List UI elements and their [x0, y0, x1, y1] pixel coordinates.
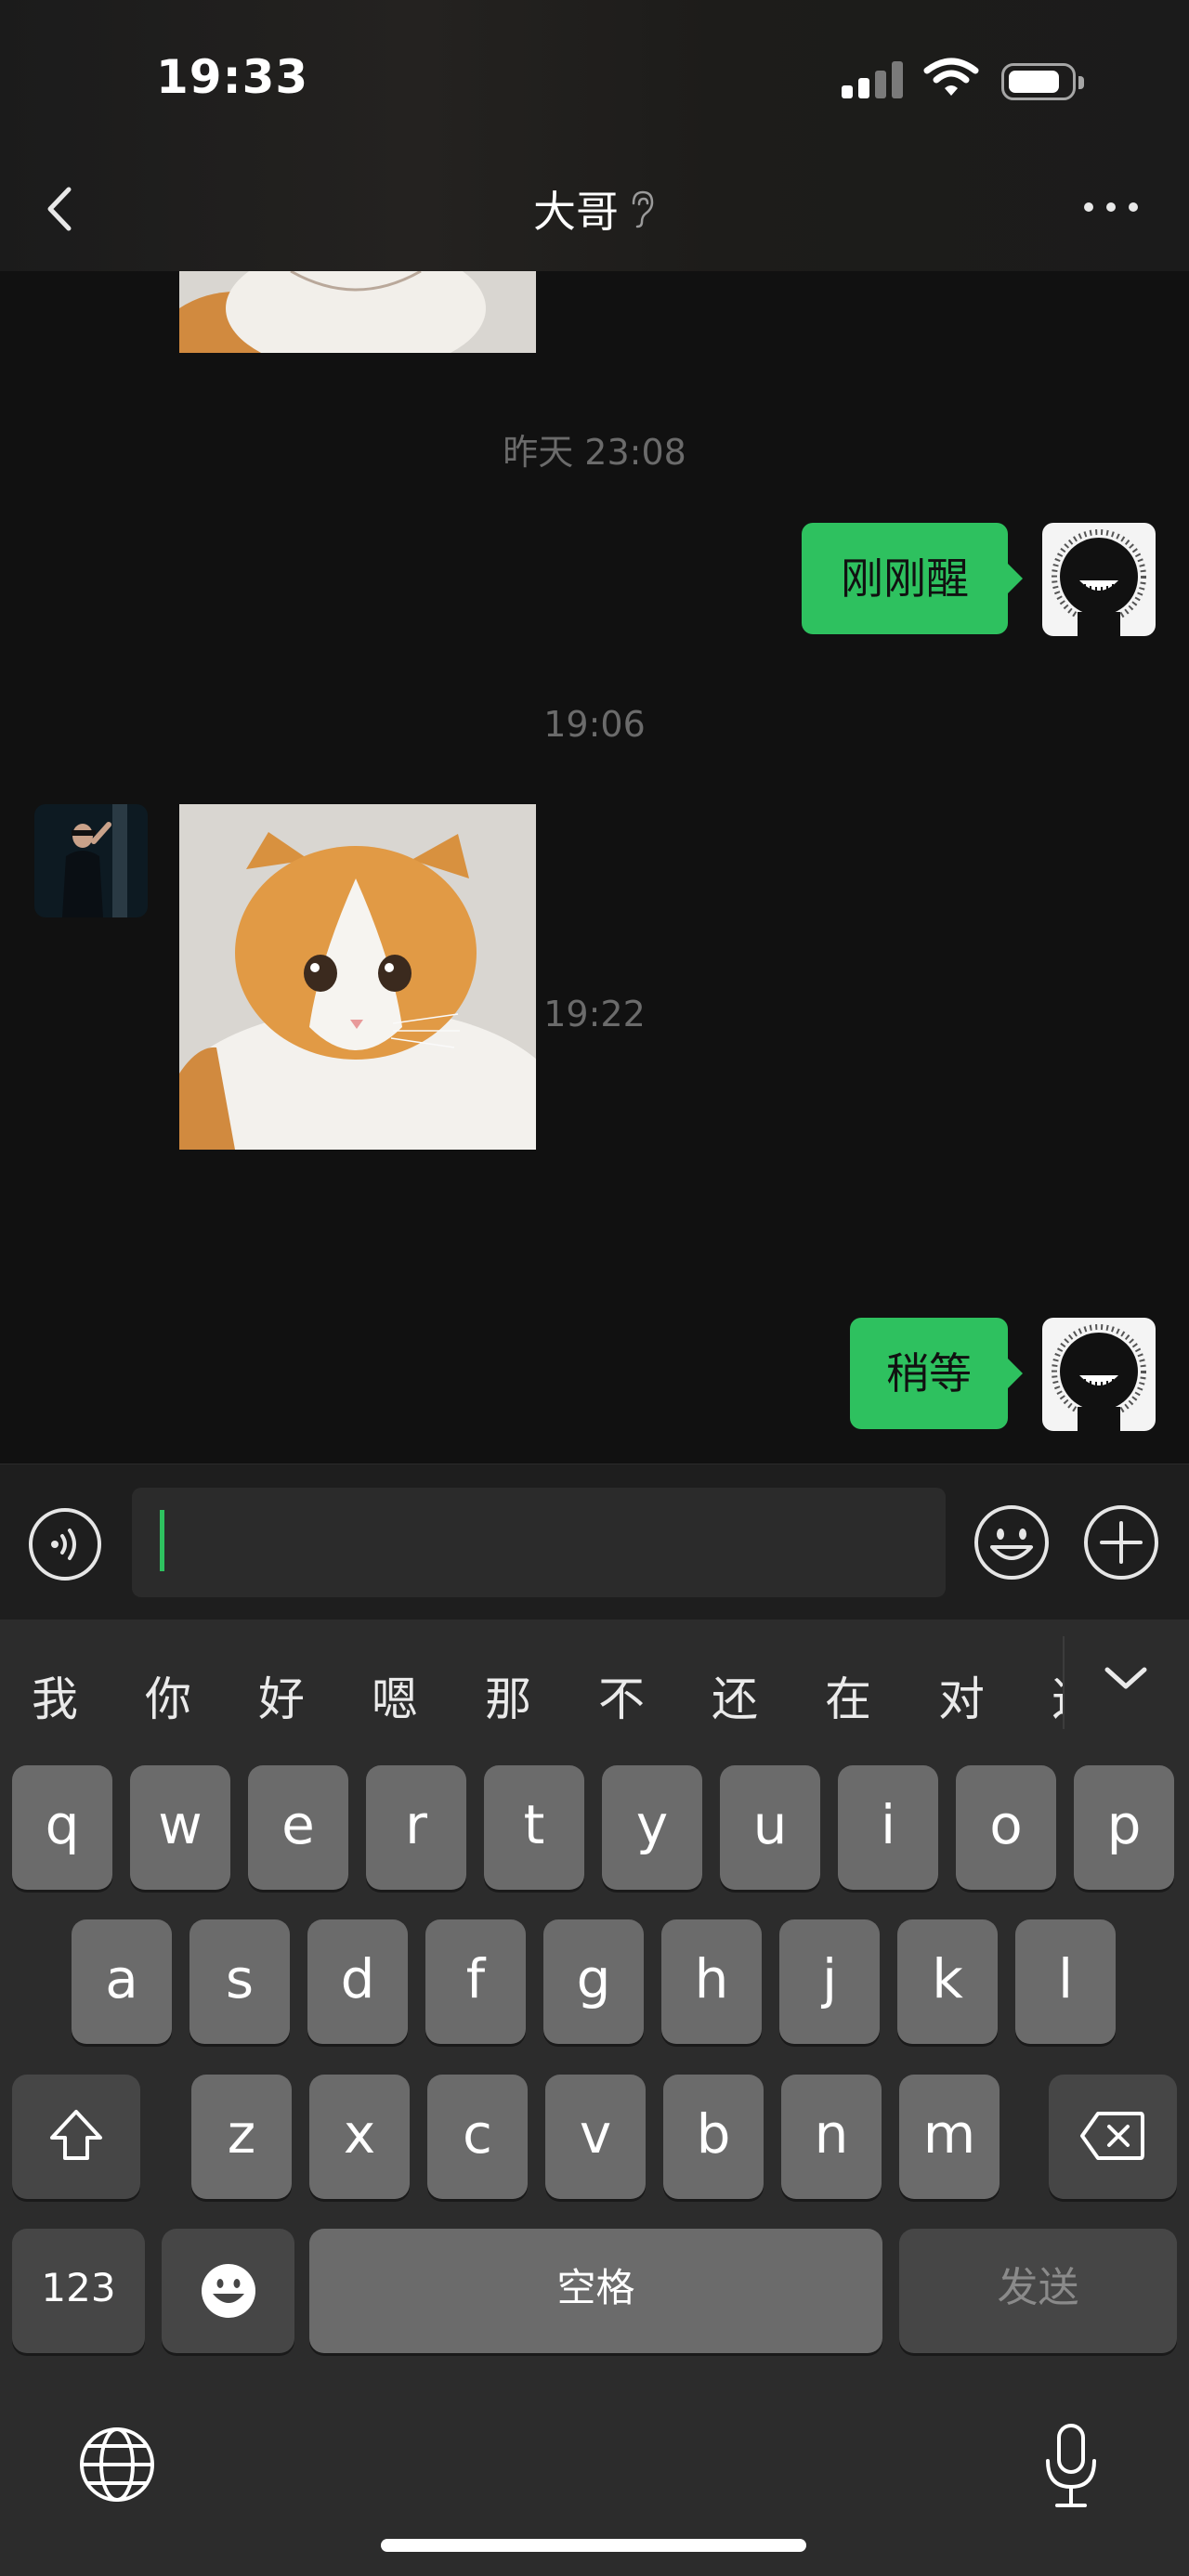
chat-area[interactable]: 昨天 23:08 刚刚醒 19:06 19:22 稍等 — [0, 271, 1189, 1464]
contact-avatar[interactable] — [34, 804, 148, 917]
space-key[interactable]: 空格 — [309, 2229, 882, 2353]
chat-title: 大哥 — [533, 187, 619, 237]
key-z[interactable]: z — [191, 2075, 292, 2199]
candidate-word[interactable]: 好 — [258, 1662, 305, 1729]
key-s[interactable]: s — [189, 1919, 290, 2044]
voice-icon[interactable] — [28, 1507, 102, 1581]
home-indicator — [381, 2539, 806, 2552]
image-message[interactable] — [179, 804, 536, 1150]
candidate-word[interactable]: 在 — [825, 1662, 871, 1729]
backspace-icon — [1080, 2112, 1144, 2160]
chevron-down-icon[interactable] — [1102, 1662, 1150, 1694]
avatar-image — [34, 804, 148, 917]
key-n[interactable]: n — [781, 2075, 882, 2199]
key-g[interactable]: g — [543, 1919, 644, 2044]
cat-image — [179, 804, 536, 1150]
text-cursor — [160, 1510, 164, 1571]
candidate-word[interactable]: 你 — [145, 1662, 191, 1729]
outgoing-message[interactable]: 稍等 — [850, 1318, 1023, 1429]
key-v[interactable]: v — [545, 2075, 646, 2199]
key-y[interactable]: y — [602, 1765, 702, 1890]
timestamp: 19:22 — [543, 994, 646, 1034]
key-w[interactable]: w — [130, 1765, 230, 1890]
key-r[interactable]: r — [366, 1765, 466, 1890]
timestamp: 昨天 23:08 — [503, 432, 686, 473]
battery-icon — [1001, 63, 1084, 100]
message-input[interactable] — [132, 1488, 946, 1597]
key-k[interactable]: k — [897, 1919, 998, 2044]
microphone-icon[interactable] — [1042, 2422, 1100, 2511]
key-e[interactable]: e — [248, 1765, 348, 1890]
more-button[interactable] — [1081, 193, 1141, 221]
key-b[interactable]: b — [663, 2075, 764, 2199]
wifi-icon — [923, 58, 979, 96]
key-p[interactable]: p — [1074, 1765, 1174, 1890]
key-d[interactable]: d — [307, 1919, 408, 2044]
avatar-image — [1042, 523, 1156, 636]
candidate-word[interactable]: 对 — [938, 1662, 985, 1729]
chat-title-bar: 大哥 — [0, 178, 1189, 240]
ear-icon — [632, 190, 654, 228]
emoji-key[interactable] — [162, 2229, 294, 2353]
key-t[interactable]: t — [484, 1765, 584, 1890]
status-time: 19:33 — [156, 50, 309, 104]
my-avatar[interactable] — [1042, 523, 1156, 636]
candidate-word[interactable]: 不 — [598, 1662, 645, 1729]
candidate-word[interactable]: 那 — [485, 1662, 531, 1729]
signal-icon — [842, 61, 905, 98]
send-key[interactable]: 发送 — [899, 2229, 1177, 2353]
candidate-word[interactable]: 还 — [712, 1662, 758, 1729]
key-i[interactable]: i — [838, 1765, 938, 1890]
my-avatar[interactable] — [1042, 1318, 1156, 1431]
cat-image — [179, 271, 536, 353]
emoji-face-icon — [201, 2264, 255, 2318]
candidate-word[interactable]: 嗯 — [372, 1662, 418, 1729]
key-c[interactable]: c — [427, 2075, 528, 2199]
key-l[interactable]: l — [1015, 1919, 1116, 2044]
key-f[interactable]: f — [425, 1919, 526, 2044]
key-q[interactable]: q — [12, 1765, 112, 1890]
shift-icon — [50, 2110, 102, 2160]
candidate-word[interactable]: 我 — [32, 1662, 78, 1729]
key-x[interactable]: x — [309, 2075, 410, 2199]
delete-key[interactable] — [1049, 2075, 1177, 2199]
key-j[interactable]: j — [779, 1919, 880, 2044]
key-u[interactable]: u — [720, 1765, 820, 1890]
plus-icon[interactable] — [1083, 1504, 1159, 1581]
avatar-image — [1042, 1318, 1156, 1431]
globe-icon[interactable] — [76, 2424, 158, 2505]
key-o[interactable]: o — [956, 1765, 1056, 1890]
key-h[interactable]: h — [661, 1919, 762, 2044]
key-a[interactable]: a — [72, 1919, 172, 2044]
key-m[interactable]: m — [899, 2075, 1000, 2199]
timestamp: 19:06 — [543, 704, 646, 745]
emoji-icon[interactable] — [973, 1504, 1050, 1581]
numbers-key[interactable]: 123 — [12, 2229, 145, 2353]
image-message[interactable] — [179, 271, 536, 353]
shift-key[interactable] — [12, 2075, 140, 2199]
candidate-divider — [1063, 1636, 1065, 1729]
outgoing-message[interactable]: 刚刚醒 — [802, 523, 1023, 634]
